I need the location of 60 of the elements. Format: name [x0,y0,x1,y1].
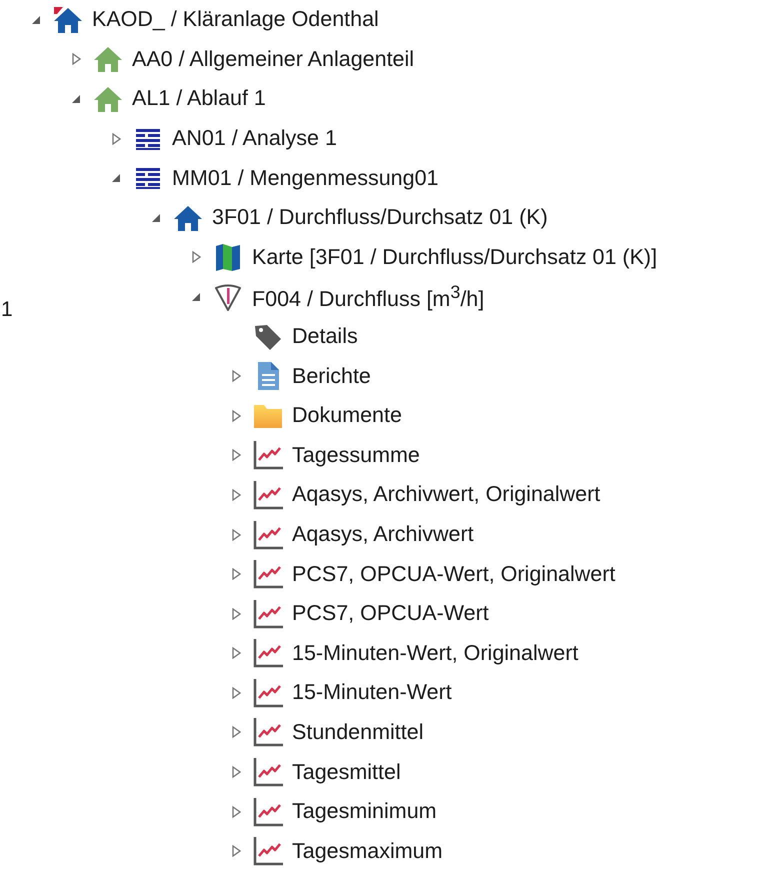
expand-toggle[interactable] [192,251,200,264]
tree-item[interactable]: MM01 / Mengenmessung01 [172,166,439,191]
tree-item[interactable]: AA0 / Allgemeiner Anlagenteil [132,46,414,72]
tree-item[interactable]: 3F01 / Durchfluss/Durchsatz 01 (K) [212,205,548,230]
tree-item[interactable]: KAOD_ / Kläranlage Odenthal [92,7,379,32]
line-chart-icon [252,440,284,470]
map-icon [213,242,243,272]
tree-item[interactable]: Tagessumme [292,442,420,468]
line-chart-icon [252,598,284,629]
line-chart-icon [252,757,284,788]
tree-item[interactable]: AN01 / Analyse 1 [172,126,337,152]
collapse-toggle[interactable] [111,173,121,184]
expand-toggle[interactable] [232,726,240,738]
tree-item[interactable]: PCS7, OPCUA-Wert, Originalwert [292,562,616,587]
list-icon [134,126,162,151]
tree-item[interactable]: Berichte [292,364,371,389]
tree-item[interactable]: Karte [3F01 / Durchfluss/Durchsatz 01 (K)] [252,244,658,270]
expand-toggle[interactable] [232,608,240,620]
expand-toggle[interactable] [112,132,120,145]
tree-item[interactable]: Dokumente [292,403,402,428]
tree-item[interactable]: 15-Minuten-Wert [292,680,452,706]
line-chart-icon [252,678,284,708]
line-chart-icon [252,480,284,510]
tree-item[interactable]: Tagesminimum [292,799,437,824]
tree-item[interactable]: Tagesmaximum [292,838,443,864]
expand-toggle[interactable] [232,845,240,858]
expand-toggle[interactable] [232,686,240,699]
expand-toggle[interactable] [232,410,240,422]
tree-item[interactable]: Stundenmittel [292,720,424,745]
line-chart-icon [252,836,284,866]
tree-item[interactable]: Aqasys, Archivwert [292,522,474,548]
expand-toggle[interactable] [232,647,240,660]
collapse-toggle[interactable] [151,212,161,223]
line-chart-icon [252,638,284,668]
expand-toggle[interactable] [232,528,240,541]
tree-item[interactable]: 15-Minuten-Wert, Originalwert [292,640,578,666]
tree-item[interactable]: F004 / Durchfluss [m$^{3}$/h] [252,282,484,312]
document-icon [255,361,281,392]
expand-toggle[interactable] [232,488,240,501]
tree-item[interactable]: AL1 / Ablauf 1 [132,86,266,112]
expand-toggle[interactable] [232,449,240,462]
expand-toggle[interactable] [232,568,240,580]
collapse-toggle[interactable] [31,14,41,25]
expand-toggle[interactable] [232,806,240,818]
expand-toggle[interactable] [232,766,240,778]
line-chart-icon [252,559,284,590]
tree-item[interactable]: Details [292,324,358,350]
expand-toggle[interactable] [72,53,80,66]
list-icon [134,166,162,190]
line-chart-icon [252,717,284,748]
collapse-toggle[interactable] [191,292,201,302]
collapse-toggle[interactable] [71,94,81,104]
tree-item[interactable]: PCS7, OPCUA-Wert [292,601,489,626]
tree-item[interactable]: Aqasys, Archivwert, Originalwert [292,482,600,508]
tree-item[interactable]: Tagesmittel [292,760,401,785]
expand-toggle[interactable] [232,370,240,382]
edge-label: 1 [1,298,13,322]
line-chart-icon [252,796,284,827]
sensor-icon [213,282,243,312]
line-chart-icon [252,520,284,550]
